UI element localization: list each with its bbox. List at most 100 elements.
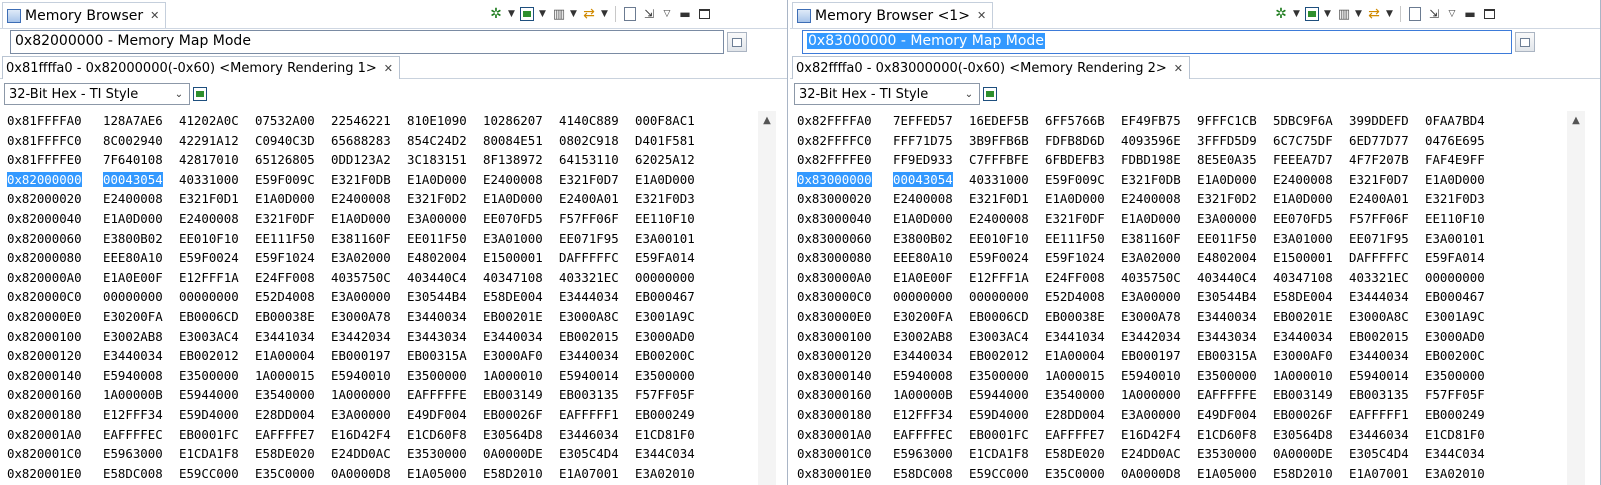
- memory-cell[interactable]: E3443034: [407, 327, 483, 347]
- memory-row-address[interactable]: 0x83000160: [790, 385, 893, 405]
- memory-cell[interactable]: E3A00000: [1197, 209, 1273, 229]
- memory-cell[interactable]: 07532A00: [255, 111, 331, 131]
- go-button[interactable]: [727, 32, 747, 52]
- memory-cell[interactable]: E321F0D1: [969, 189, 1045, 209]
- memory-cell[interactable]: 1A000010: [1273, 366, 1349, 386]
- memory-cell[interactable]: 40347108: [1273, 268, 1349, 288]
- close-icon[interactable]: ✕: [384, 62, 393, 75]
- memory-cell[interactable]: E3000AD0: [635, 327, 711, 347]
- memory-row-address[interactable]: 0x83000000: [790, 170, 893, 190]
- memory-cell[interactable]: 16EDEF5B: [969, 111, 1045, 131]
- chevron-down-icon[interactable]: ▼: [600, 6, 609, 22]
- memory-row-address[interactable]: 0x83000180: [790, 405, 893, 425]
- memory-cell[interactable]: E3000A8C: [1349, 307, 1425, 327]
- memory-row-address[interactable]: 0x82FFFFC0: [790, 131, 893, 151]
- memory-cell[interactable]: EE070FD5: [483, 209, 559, 229]
- memory-cell[interactable]: 40331000: [969, 170, 1045, 190]
- new-rendering-icon[interactable]: [1304, 6, 1320, 22]
- memory-cell[interactable]: E321F0D2: [407, 189, 483, 209]
- memory-cell[interactable]: E5940014: [559, 366, 635, 386]
- memory-row-address[interactable]: 0x82000040: [0, 209, 103, 229]
- memory-row-address[interactable]: 0x82000120: [0, 346, 103, 366]
- sync-icon[interactable]: ⇄: [581, 6, 597, 22]
- memory-cell[interactable]: E3440034: [103, 346, 179, 366]
- chevron-down-icon[interactable]: ▼: [507, 6, 516, 22]
- memory-cell[interactable]: EB002012: [179, 346, 255, 366]
- memory-row-address[interactable]: 0x82000000: [0, 170, 103, 190]
- memory-row-address[interactable]: 0x82000160: [0, 385, 103, 405]
- gear-icon[interactable]: ✲: [1273, 6, 1289, 22]
- memory-cell[interactable]: E321F0DF: [1045, 209, 1121, 229]
- memory-cell[interactable]: E3446034: [559, 425, 635, 445]
- rendering-tab[interactable]: 0x82ffffa0 - 0x83000000(-0x60) <Memory R…: [792, 56, 1191, 79]
- memory-cell[interactable]: E24FF008: [255, 268, 331, 288]
- memory-cell[interactable]: E3440034: [559, 346, 635, 366]
- memory-cell[interactable]: EB00200C: [635, 346, 711, 366]
- memory-cell[interactable]: E59CC000: [969, 464, 1045, 484]
- memory-cell[interactable]: E1CD81F0: [635, 425, 711, 445]
- memory-cell[interactable]: 0A0000D8: [331, 464, 407, 484]
- memory-cell[interactable]: 80084E51: [483, 131, 559, 151]
- memory-cell[interactable]: 65126805: [255, 150, 331, 170]
- memory-cell[interactable]: E3003AC4: [969, 327, 1045, 347]
- memory-cell[interactable]: E58DE004: [483, 287, 559, 307]
- memory-cell[interactable]: 4093596E: [1121, 131, 1197, 151]
- memory-cell[interactable]: E59FA014: [635, 248, 711, 268]
- memory-cell[interactable]: E30544B4: [1197, 287, 1273, 307]
- chevron-down-icon[interactable]: ▼: [538, 6, 547, 22]
- memory-cell[interactable]: E1CD60F8: [1197, 425, 1273, 445]
- memory-cell[interactable]: FEEEA7D7: [1273, 150, 1349, 170]
- memory-row-address[interactable]: 0x82000140: [0, 366, 103, 386]
- memory-cell[interactable]: E5944000: [969, 385, 1045, 405]
- memory-cell[interactable]: E321F0D1: [179, 189, 255, 209]
- format-settings-icon[interactable]: [193, 87, 207, 101]
- memory-cell[interactable]: E59D4000: [179, 405, 255, 425]
- memory-row-address[interactable]: 0x820001E0: [0, 464, 103, 484]
- memory-cell[interactable]: E321F0D3: [635, 189, 711, 209]
- memory-cell[interactable]: EB002012: [969, 346, 1045, 366]
- memory-cell[interactable]: E3001A9C: [635, 307, 711, 327]
- memory-cell[interactable]: E1A0D000: [407, 170, 483, 190]
- memory-cell[interactable]: EE011F50: [1197, 229, 1273, 249]
- memory-cell[interactable]: E5944000: [179, 385, 255, 405]
- memory-cell[interactable]: 00043054: [893, 170, 969, 190]
- memory-cell[interactable]: C7FFFBFE: [969, 150, 1045, 170]
- memory-cell[interactable]: E28DD004: [255, 405, 331, 425]
- address-input[interactable]: 0x83000000 - Memory Map Mode: [802, 30, 1512, 54]
- memory-cell[interactable]: E3A02010: [635, 464, 711, 484]
- memory-table[interactable]: 0x82FFFFA0 7EFFED57 16EDEF5B 6FF5766B EF49FB…: [790, 111, 1578, 485]
- memory-cell[interactable]: E305C4D4: [1349, 444, 1425, 464]
- memory-cell[interactable]: E49DF004: [407, 405, 483, 425]
- memory-cell[interactable]: E3500000: [969, 366, 1045, 386]
- memory-cell[interactable]: E1A0D000: [893, 209, 969, 229]
- memory-cell[interactable]: 0FAA7BD4: [1425, 111, 1501, 131]
- memory-cell[interactable]: E4802004: [407, 248, 483, 268]
- memory-cell[interactable]: EB00026F: [483, 405, 559, 425]
- memory-cell[interactable]: E3444034: [559, 287, 635, 307]
- memory-cell[interactable]: 00043054: [103, 170, 179, 190]
- memory-cell[interactable]: E1CDA1F8: [969, 444, 1045, 464]
- memory-cell[interactable]: 1A000000: [1121, 385, 1197, 405]
- memory-cell[interactable]: EB00038E: [1045, 307, 1121, 327]
- memory-cell[interactable]: EAFFFFF1: [559, 405, 635, 425]
- memory-cell[interactable]: F57FF05F: [635, 385, 711, 405]
- maximize-icon[interactable]: [696, 6, 712, 22]
- memory-cell[interactable]: FAF4E9FF: [1425, 150, 1501, 170]
- minimize-icon[interactable]: ▬: [677, 6, 693, 22]
- memory-cell[interactable]: EE070FD5: [1273, 209, 1349, 229]
- memory-cell[interactable]: EB000467: [635, 287, 711, 307]
- memory-cell[interactable]: E1A0D000: [255, 189, 331, 209]
- memory-cell[interactable]: 0A0000DE: [483, 444, 559, 464]
- memory-cell[interactable]: 00000000: [969, 287, 1045, 307]
- memory-cell[interactable]: EB00200C: [1425, 346, 1501, 366]
- memory-cell[interactable]: E3500000: [1197, 366, 1273, 386]
- memory-cell[interactable]: E3440034: [1349, 346, 1425, 366]
- memory-row-address[interactable]: 0x83000140: [790, 366, 893, 386]
- memory-cell[interactable]: E5963000: [893, 444, 969, 464]
- minimize-icon[interactable]: ▬: [1462, 6, 1478, 22]
- memory-cell[interactable]: 0A0000DE: [1273, 444, 1349, 464]
- memory-cell[interactable]: 7EFFED57: [893, 111, 969, 131]
- vertical-scrollbar[interactable]: ▲: [758, 111, 776, 485]
- memory-cell[interactable]: E3440034: [1197, 307, 1273, 327]
- view-tab-memory-browser[interactable]: Memory Browser ✕: [2, 2, 167, 28]
